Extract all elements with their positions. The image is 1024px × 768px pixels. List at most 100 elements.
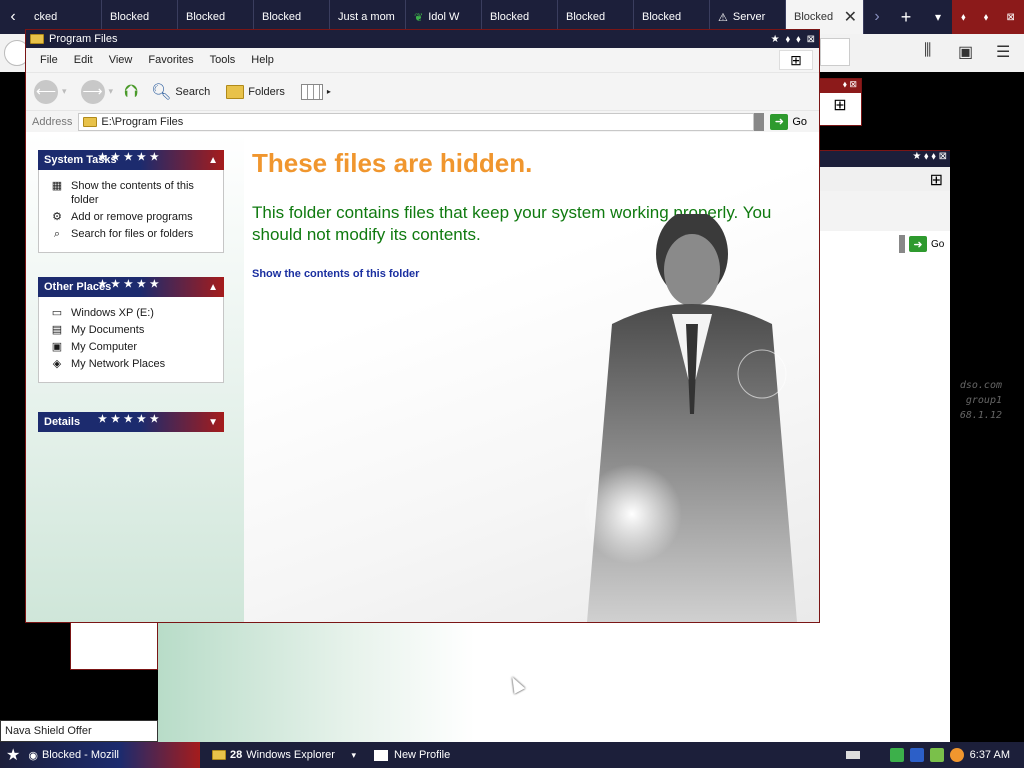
tab-label: Blocked (642, 11, 682, 23)
collapse-chevron-icon[interactable]: ▲ (208, 155, 218, 166)
minimize-icon[interactable]: ⬧ (961, 12, 966, 23)
sidebar-icon[interactable]: ▣ (958, 42, 973, 62)
search-icon: ⌕ (53, 228, 61, 240)
shield-icon[interactable] (889, 748, 904, 762)
menu-view[interactable]: View (101, 54, 141, 66)
stars-decoration: ★★★★★ (98, 414, 163, 425)
system-tray: 6:37 AM (845, 748, 1024, 762)
place-my-documents[interactable]: ▤ My Documents (49, 323, 217, 337)
taskbar-task-new-profile[interactable]: New Profile (368, 744, 456, 766)
system-tasks-header[interactable]: System Tasks ★★★★★ ▲ (38, 150, 224, 170)
maximize-icon[interactable]: ⬧ (796, 34, 801, 45)
show-contents-icon: ▦ (51, 180, 63, 192)
network-icon[interactable] (929, 748, 944, 762)
bg-text-line: 68.1.12 (959, 410, 1002, 421)
place-windows-xp-drive[interactable]: ▭ Windows XP (E:) (49, 306, 217, 320)
other-places-panel: Other Places ★★★★★ ▲ ▭ Windows XP (E:) ▤… (38, 277, 224, 383)
go-button[interactable]: ➜ Go (899, 235, 944, 253)
place-label: My Computer (71, 341, 138, 353)
clock[interactable]: 6:37 AM (970, 749, 1010, 761)
tab-scroll-right-icon[interactable]: › (864, 0, 890, 34)
tab-scroll-left-icon[interactable]: ‹ (0, 0, 26, 34)
search-tray-icon[interactable] (949, 748, 964, 762)
details-panel: Details ★★★★★ ▼ (38, 412, 224, 432)
background-window-body (158, 620, 950, 742)
window-icon (374, 749, 388, 761)
address-dropdown[interactable] (899, 235, 905, 253)
notification-popup[interactable]: Nava Shield Offer (0, 720, 158, 742)
group-count: 28 (230, 749, 243, 761)
explorer-toolbar: ⟵ ▾ ⟶ ▾ ⮉ 🔍︎ Search Folders ▸ (26, 72, 819, 110)
go-arrow-icon: ➜ (770, 113, 789, 130)
network-places-icon: ◈ (52, 358, 62, 370)
windows-flag-icon: ⊞ (833, 97, 847, 114)
url-box[interactable] (820, 38, 850, 66)
address-label: Address (32, 115, 73, 128)
expand-chevron-icon[interactable]: ▼ (208, 417, 218, 428)
firefox-icon: ◉ (28, 749, 38, 762)
show-contents-link[interactable]: Show the contents of this folder (252, 268, 419, 280)
search-label: Search (175, 85, 211, 98)
task-search-files[interactable]: ⌕ Search for files or folders (49, 227, 217, 241)
search-button[interactable]: 🔍︎ Search (145, 80, 216, 104)
address-field[interactable]: E:\Program Files (78, 112, 755, 131)
background-window: ⬧ ⊠ ⊞ (818, 78, 862, 126)
menu-file[interactable]: File (32, 54, 66, 66)
close-icon[interactable]: ⊠ (1007, 12, 1015, 23)
folders-label: Folders (248, 85, 285, 98)
windows-flag-icon: ⊞ (779, 50, 813, 70)
up-folder-icon[interactable]: ⮉ (121, 81, 141, 102)
task-label: Add or remove programs (71, 211, 193, 223)
add-remove-icon: ⚙ (52, 211, 62, 223)
menu-tools[interactable]: Tools (202, 54, 244, 66)
place-my-network-places[interactable]: ◈ My Network Places (49, 357, 217, 371)
keyboard-icon[interactable] (845, 751, 860, 759)
start-button[interactable]: ★ ◉ Blocked - Mozill (0, 742, 200, 768)
new-tab-icon[interactable]: + (890, 0, 922, 34)
minimize-icon[interactable]: ⬧ (786, 34, 791, 45)
stars-decoration: ★★★★★ (98, 152, 163, 163)
place-my-computer[interactable]: ▣ My Computer (49, 340, 217, 354)
taskbar-task-firefox[interactable]: ◉ Blocked - Mozill (28, 749, 119, 762)
collapse-chevron-icon[interactable]: ▲ (208, 282, 218, 293)
windows-flag-icon: ⊞ (929, 172, 943, 189)
folders-button[interactable]: Folders (220, 83, 291, 101)
warning-icon: ⚠ (718, 11, 728, 24)
tab-list-chevron-icon[interactable]: ▾ (922, 0, 954, 34)
library-icon[interactable]: ⫼ (924, 42, 931, 60)
my-computer-icon: ▣ (51, 341, 63, 353)
details-header[interactable]: Details ★★★★★ ▼ (38, 412, 224, 432)
desktop-strip (950, 150, 1024, 742)
menu-edit[interactable]: Edit (66, 54, 101, 66)
task-show-contents[interactable]: ▦ Show the contents of this folder (49, 179, 217, 207)
hidden-files-heading: These files are hidden. (252, 148, 533, 178)
task-add-remove-programs[interactable]: ⚙ Add or remove programs (49, 210, 217, 224)
menu-icon[interactable]: ☰ (996, 42, 1010, 62)
task-pane: System Tasks ★★★★★ ▲ ▦ Show the contents… (26, 134, 244, 622)
views-button[interactable]: ▸ (295, 82, 337, 102)
explorer-titlebar[interactable]: Program Files ★ ⬧ ⬧ ⊠ (26, 30, 819, 48)
forward-button[interactable]: ⟶ (80, 79, 105, 104)
maximize-icon[interactable]: ⬧ (984, 12, 989, 23)
leaf-icon: ❦ (414, 11, 424, 24)
address-dropdown[interactable] (754, 112, 765, 131)
security-icon[interactable] (909, 748, 924, 762)
bg-text-line: dso.com (959, 380, 1002, 391)
place-label: My Documents (71, 324, 145, 336)
task-label: Search for files or folders (71, 228, 194, 240)
close-icon[interactable]: ⊠ (807, 34, 815, 45)
address-bar: Address E:\Program Files ➜ Go (26, 110, 819, 132)
menu-favorites[interactable]: Favorites (140, 54, 201, 66)
star-icon: ★ (770, 33, 780, 45)
close-tab-icon[interactable]: ✕ (844, 7, 857, 27)
other-places-header[interactable]: Other Places ★★★★★ ▲ (38, 277, 224, 297)
menu-help[interactable]: Help (243, 54, 282, 66)
back-dropdown-icon[interactable]: ▾ (62, 86, 67, 97)
back-button[interactable]: ⟵ (34, 79, 58, 104)
system-tasks-panel: System Tasks ★★★★★ ▲ ▦ Show the contents… (38, 150, 224, 253)
forward-dropdown-icon[interactable]: ▾ (109, 86, 114, 97)
tab-label: Blocked (794, 11, 834, 23)
tab-label: Just a mom (338, 11, 395, 23)
taskbar-group-windows-explorer[interactable]: 28 Windows Explorer ▾ (206, 744, 362, 766)
go-button[interactable]: ➜ Go (770, 113, 807, 130)
